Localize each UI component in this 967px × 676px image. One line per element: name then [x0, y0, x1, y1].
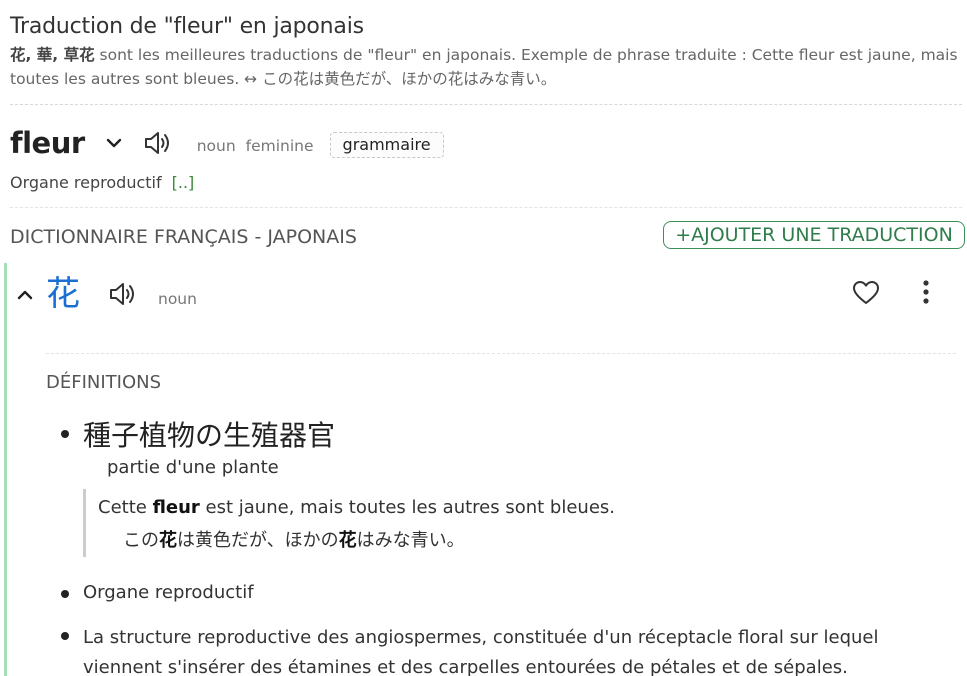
example-block: Cette fleur est jaune, mais toutes les a…	[83, 489, 946, 557]
entry-pos: noun	[158, 290, 197, 308]
definition-item: La structure reproductive des angiosperm…	[83, 627, 879, 676]
example-highlight: 花	[159, 530, 177, 551]
translation-summary: 花, 華, 草花 sont les meilleures traductions…	[10, 43, 960, 91]
definitions-label: DÉFINITIONS	[46, 372, 162, 393]
definition-item: 種子植物の生殖器官	[83, 419, 336, 452]
chevron-up-icon[interactable]	[16, 286, 34, 305]
chevron-down-icon[interactable]	[105, 137, 123, 149]
entry-header: 花 noun	[14, 262, 954, 322]
example-text: この	[123, 530, 159, 551]
speaker-icon[interactable]	[143, 129, 173, 157]
example-highlight: fleur	[152, 497, 200, 518]
entry-accent-bar	[4, 263, 7, 676]
page-title: Traduction de "fleur" en japonais	[10, 14, 364, 39]
example-french: Cette fleur est jaune, mais toutes les a…	[98, 497, 615, 518]
gloss-text: Organe reproductif	[10, 173, 162, 192]
headword: fleur	[10, 126, 85, 160]
more-link[interactable]: [..]	[172, 173, 195, 192]
summary-text: sont les meilleures traductions de "fleu…	[10, 46, 958, 88]
bullet	[61, 590, 69, 598]
example-text: は黄色だが、ほかの	[177, 530, 339, 551]
bullet	[61, 430, 69, 438]
more-vertical-icon[interactable]	[918, 278, 934, 312]
heart-icon[interactable]	[851, 279, 881, 311]
example-text: est jaune, mais toutes les autres sont b…	[199, 497, 616, 518]
example-japanese: この花は黄色だが、ほかの花はみな青い。	[123, 526, 465, 552]
entry-term[interactable]: 花	[46, 266, 80, 315]
page-header: Traduction de "fleur" en japonais 花, 華, …	[10, 14, 960, 91]
dictionary-label: DICTIONNAIRE FRANÇAIS - JAPONAIS	[10, 226, 357, 248]
grammar-button[interactable]: grammaire	[329, 132, 444, 158]
definition-gloss: partie d'une plante	[107, 457, 279, 478]
divider	[46, 353, 956, 354]
example-text: はみな青い。	[356, 530, 465, 551]
example-text: Cette	[98, 497, 153, 518]
headword-gender: feminine	[245, 137, 314, 155]
divider	[10, 104, 962, 105]
page: Traduction de "fleur" en japonais 花, 華, …	[0, 0, 967, 676]
add-translation-button[interactable]: +AJOUTER UNE TRADUCTION	[663, 221, 965, 249]
example-highlight: 花	[338, 530, 357, 551]
headword-pos: noun	[196, 137, 236, 155]
definition-item: Organe reproductif	[83, 582, 254, 603]
divider	[10, 207, 962, 208]
headword-gloss: Organe reproductif [..]	[10, 173, 194, 192]
headword-row: fleur noun feminine grammaire	[10, 126, 444, 160]
summary-translations: 花, 華, 草花	[10, 46, 95, 64]
bullet	[61, 632, 69, 640]
speaker-icon[interactable]	[108, 280, 138, 312]
